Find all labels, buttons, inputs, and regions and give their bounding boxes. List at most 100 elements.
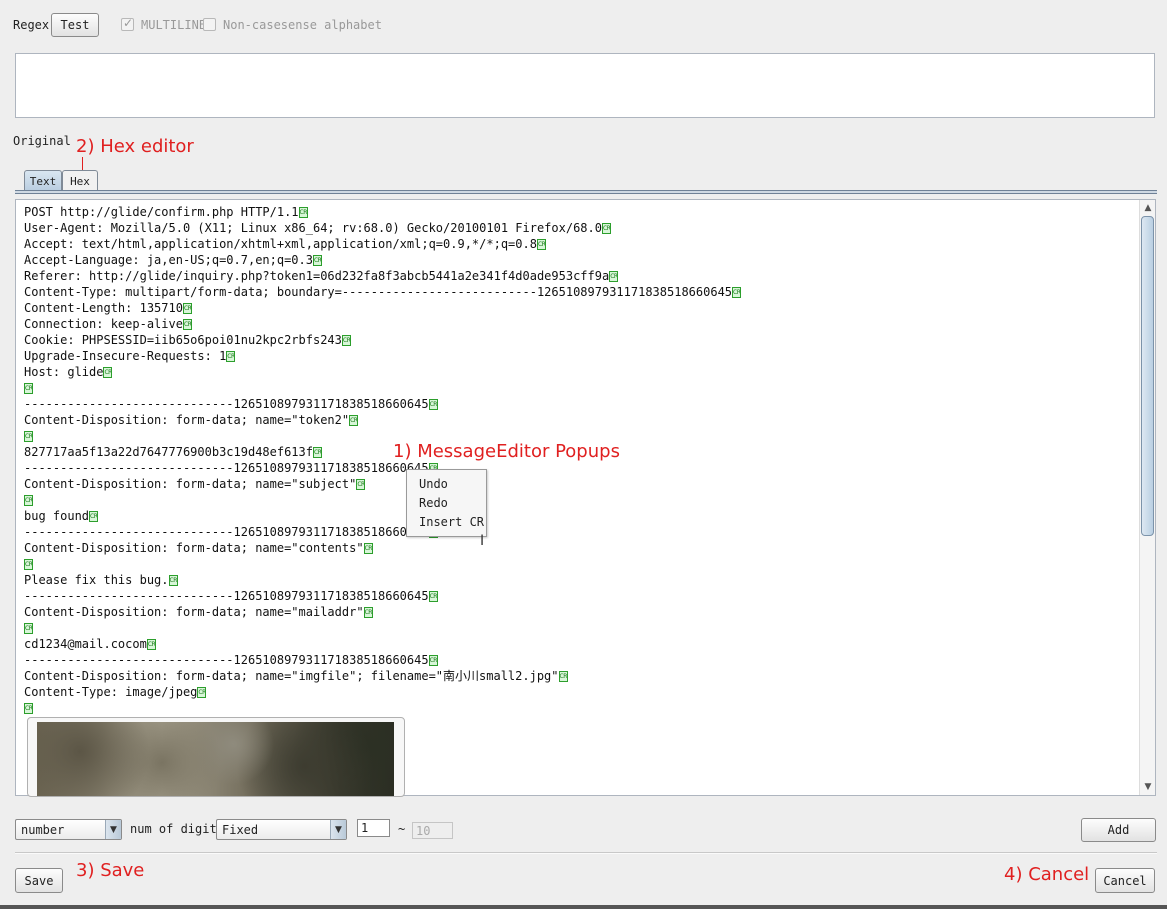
range-separator: ~ [398,822,406,836]
digits-select[interactable]: Fixed ▼ [216,819,347,840]
editor-line: -----------------------------12651089793… [24,396,741,412]
cr-marker-icon: CR [363,543,373,554]
editor-line: Accept-Language: ja,en-US;q=0.7,en;q=0.3… [24,252,741,268]
cr-marker-icon: CR [609,271,619,282]
editor-line: CR [24,492,741,508]
editor-line: Accept: text/html,application/xhtml+xml,… [24,236,741,252]
cr-marker-icon: CR [428,591,438,602]
editor-line-text: Accept: text/html,application/xhtml+xml,… [24,237,537,251]
editor-line: Content-Disposition: form-data; name="ma… [24,604,741,620]
regex-input[interactable] [15,53,1155,118]
editor-line-text: -----------------------------12651089793… [24,397,429,411]
cr-marker-icon: CR [428,655,438,666]
editor-scrollbar[interactable]: ▲ ▼ [1139,200,1155,795]
add-button[interactable]: Add [1081,818,1156,842]
cr-marker-icon: CR [601,223,611,234]
text-cursor-icon: I [480,533,485,549]
editor-line: 827717aa5f13a22d7647776900b3c19d48ef613f… [24,444,741,460]
multiline-checkbox[interactable] [121,16,134,31]
editor-line-text: Upgrade-Insecure-Requests: 1 [24,349,227,363]
chevron-down-icon: ▼ [330,820,346,839]
context-popup-menu: Undo Redo Insert CR [406,469,487,537]
chevron-down-icon: ▼ [105,820,121,839]
editor-line: Host: glideCR [24,364,741,380]
editor-line-text: -----------------------------12651089793… [24,525,429,539]
editor-line: Content-Disposition: form-data; name="su… [24,476,741,492]
editor-line-text: cd1234@mail.cocom [24,637,147,651]
cr-marker-icon: CR [356,479,366,490]
editor-line-text: Connection: keep-alive [24,317,183,331]
editor-line: -----------------------------12651089793… [24,524,741,540]
editor-line: CR [24,428,741,444]
editor-line: Content-Type: multipart/form-data; bound… [24,284,742,300]
editor-line: Please fix this bug.CR [24,572,741,588]
cancel-button[interactable]: Cancel [1095,868,1155,893]
cr-marker-icon: CR [536,239,546,250]
editor-line-text: -----------------------------12651089793… [24,653,429,667]
cr-marker-icon: CR [312,447,322,458]
tab-divider [15,190,1157,194]
editor-line: cd1234@mail.cocomCR [24,636,741,652]
annotation-hex-editor: 2) Hex editor [76,136,194,157]
cr-marker-icon: CR [732,287,742,298]
cr-marker-icon: CR [558,671,568,682]
tab-text[interactable]: Text [24,170,62,191]
editor-line: Content-Disposition: form-data; name="co… [24,540,741,556]
editor-line: -----------------------------12651089793… [24,652,741,668]
editor-line-text: Content-Disposition: form-data; name="su… [24,477,357,491]
noncasesense-label: Non-casesense alphabet [223,18,382,32]
editor-line-text: Cookie: PHPSESSID=iib65o6poi01nu2kpc2rbf… [24,333,342,347]
cr-marker-icon: CR [341,335,351,346]
min-value-input[interactable]: 1 [357,819,390,837]
editor-line: Content-Length: 135710CR [24,300,741,316]
editor-line-text: Content-Disposition: form-data; name="to… [24,413,350,427]
digits-select-value: Fixed [222,822,259,837]
cr-marker-icon: CR [146,639,156,650]
cr-marker-icon: CR [298,207,308,218]
editor-line-text: bug found [24,509,90,523]
editor-line: Upgrade-Insecure-Requests: 1CR [24,348,741,364]
popup-item-undo[interactable]: Undo [407,476,486,495]
save-button[interactable]: Save [15,868,63,893]
message-editor[interactable]: POST http://glide/confirm.php HTTP/1.1CR… [15,199,1156,796]
editor-line-text: User-Agent: Mozilla/5.0 (X11; Linux x86_… [24,221,602,235]
type-select[interactable]: number ▼ [15,819,122,840]
multiline-label: MULTILINE [141,18,207,32]
type-select-value: number [21,822,65,837]
window-bottom-edge [0,905,1167,909]
editor-lines[interactable]: POST http://glide/confirm.php HTTP/1.1CR… [24,204,742,716]
cr-marker-icon: CR [24,703,33,714]
cr-marker-icon: CR [89,511,99,522]
cr-marker-icon: CR [24,559,33,570]
cr-marker-icon: CR [24,383,33,394]
editor-line-text: Host: glide [24,365,104,379]
editor-line: Content-Type: image/jpegCR [24,684,741,700]
scroll-down-icon[interactable]: ▼ [1140,780,1156,794]
tab-hex[interactable]: Hex [62,170,98,191]
editor-line: User-Agent: Mozilla/5.0 (X11; Linux x86_… [24,220,741,236]
popup-item-redo[interactable]: Redo [407,495,486,514]
editor-line-text: 827717aa5f13a22d7647776900b3c19d48ef613f [24,445,313,459]
scroll-up-icon[interactable]: ▲ [1140,201,1156,215]
editor-line-text: Content-Length: 135710 [24,301,183,315]
noncasesense-checkbox[interactable] [203,18,216,31]
cr-marker-icon: CR [24,431,33,442]
cr-marker-icon: CR [24,495,33,506]
editor-line: Connection: keep-aliveCR [24,316,741,332]
footer-divider [15,852,1157,854]
editor-line-text: Accept-Language: ja,en-US;q=0.7,en;q=0.3 [24,253,313,267]
cr-marker-icon: CR [182,319,192,330]
max-value-input[interactable]: 10 [412,822,453,839]
popup-item-insert-cr[interactable]: Insert CR [407,514,486,533]
editor-line-text: Content-Disposition: form-data; name="ma… [24,605,364,619]
cr-marker-icon: CR [103,367,113,378]
original-label: Original [13,134,71,148]
annotation-messageeditor-popups: 1) MessageEditor Popups [393,441,620,462]
cr-marker-icon: CR [197,687,207,698]
scrollbar-thumb[interactable] [1141,216,1154,536]
test-button[interactable]: Test [51,13,99,37]
cr-marker-icon: CR [428,399,438,410]
editor-line: POST http://glide/confirm.php HTTP/1.1CR [24,204,741,220]
cr-marker-icon: CR [349,415,359,426]
annotation-cancel: 4) Cancel [1004,864,1090,885]
